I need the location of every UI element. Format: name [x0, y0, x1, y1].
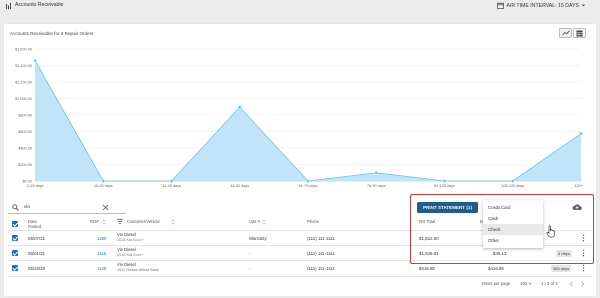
- x-tick-label: 91-105 days: [434, 184, 455, 188]
- area-fill: [35, 60, 581, 181]
- col-header-customer[interactable]: Customer/Vehicle: [127, 219, 160, 224]
- data-point[interactable]: [33, 58, 37, 63]
- clear-search-icon[interactable]: [102, 204, 109, 211]
- data-point[interactable]: [237, 105, 242, 109]
- row-date: 06/01/21: [28, 251, 46, 256]
- filter-icon[interactable]: [117, 219, 123, 224]
- row-balance: $416.85: [488, 266, 504, 271]
- col-header-ro[interactable]: RO#: [90, 219, 99, 224]
- row-customer-name: Vin Diesel: [117, 232, 136, 237]
- row-date: 05/23/20: [28, 266, 46, 271]
- x-tick-label: 16-30 days: [94, 184, 113, 188]
- y-tick-label: $800.00: [18, 113, 32, 117]
- y-tick-label: $1,200.00: [15, 80, 32, 84]
- data-point[interactable]: [579, 131, 583, 136]
- x-tick-label: 46-60 days: [230, 184, 249, 188]
- row-ro-link[interactable]: 1129: [97, 266, 106, 271]
- search-input[interactable]: vin: [24, 205, 30, 210]
- row-phone: (111) 111-1111: [307, 251, 335, 256]
- y-tick-label: $0.00: [22, 179, 32, 183]
- y-tick-label: $1,000.00: [15, 97, 32, 101]
- y-tick-label: $1,600.00: [15, 47, 32, 51]
- chevron-down-icon: [528, 282, 532, 285]
- sort-icon[interactable]: [171, 219, 175, 225]
- data-point[interactable]: [306, 179, 310, 183]
- x-tick-label: 61-75 days: [299, 184, 318, 188]
- row-days-badge: 380 days: [551, 265, 572, 272]
- sort-icon[interactable]: [262, 219, 266, 225]
- col-header-phone: Phone: [307, 219, 320, 224]
- row-unit: Warranty: [249, 236, 267, 241]
- divider: [8, 276, 592, 277]
- row-ro-link[interactable]: 1180: [97, 236, 106, 241]
- x-tick-label: 76-90 days: [367, 184, 386, 188]
- row-vehicle: 2011 Nissan Altima Base: [117, 268, 159, 272]
- row-checkbox[interactable]: [12, 235, 18, 241]
- series-line: [34, 60, 582, 182]
- x-tick-label: 106-120 days: [501, 184, 524, 188]
- row-unit: -: [249, 251, 251, 256]
- x-tick-label: 0-15 days: [27, 184, 44, 188]
- sort-icon[interactable]: [102, 219, 106, 225]
- row-phone: (111) 111-1111: [307, 266, 335, 271]
- x-tick-label: 31-45 days: [162, 184, 181, 188]
- search-icon: [12, 204, 19, 211]
- row-customer-name: Vin Diesel: [117, 262, 136, 267]
- select-all-checkbox[interactable]: [12, 221, 18, 227]
- col-header-date[interactable]: Date Posted: [28, 219, 48, 229]
- x-tick-label: 120+: [574, 184, 583, 188]
- row-ro-link[interactable]: 1115: [97, 251, 106, 256]
- next-page-icon[interactable]: [580, 281, 585, 287]
- y-tick-label: $200.00: [18, 163, 32, 167]
- rows-per-page-label: Rows per page: [482, 281, 511, 286]
- row-phone: (111) 111-1111: [307, 236, 335, 241]
- data-point[interactable]: [510, 179, 515, 183]
- y-tick-label: $400.00: [18, 146, 32, 150]
- row-checkbox[interactable]: [12, 265, 18, 271]
- y-tick-label: $600.00: [18, 130, 32, 134]
- row-more-icon[interactable]: [582, 264, 585, 272]
- col-header-unit[interactable]: Unit #: [249, 219, 260, 224]
- data-point[interactable]: [442, 179, 447, 183]
- data-point[interactable]: [101, 179, 106, 183]
- row-customer-name: Vin Diesel: [117, 247, 136, 252]
- pagination-range: 1 - 3 of 3: [541, 281, 558, 286]
- row-vehicle: 2016 Kia Soul +: [117, 238, 144, 242]
- row-unit: -: [249, 266, 251, 271]
- rows-per-page-select[interactable]: 100: [520, 281, 532, 286]
- row-date: 06/07/21: [28, 236, 46, 241]
- data-point[interactable]: [169, 179, 174, 183]
- row-vehicle: 2016 Kia Soul +: [117, 253, 144, 257]
- row-checkbox[interactable]: [12, 250, 18, 256]
- previous-page-icon[interactable]: [569, 281, 574, 287]
- highlight-box: [410, 194, 594, 264]
- y-tick-label: $1,400.00: [15, 64, 32, 68]
- data-point[interactable]: [374, 170, 379, 175]
- rows-per-page-value: 100: [520, 281, 527, 286]
- row-ro-total: $416.85: [419, 266, 435, 271]
